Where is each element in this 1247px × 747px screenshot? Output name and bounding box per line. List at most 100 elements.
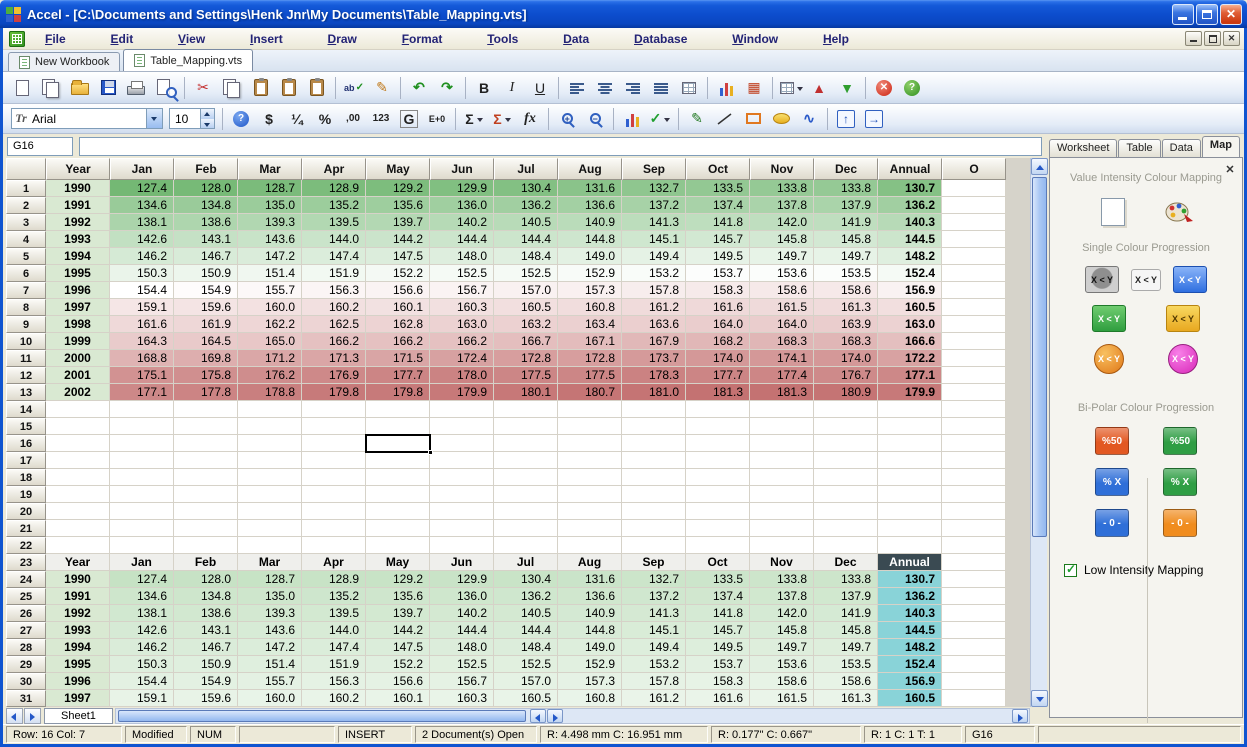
grid-cell[interactable]: Year	[46, 554, 110, 571]
row-header-9[interactable]: 9	[6, 316, 46, 333]
grid-cell[interactable]	[558, 452, 622, 469]
grid-cell[interactable]: 160.8	[558, 690, 622, 707]
panel-tab-data[interactable]: Data	[1162, 139, 1201, 158]
paste-values-icon[interactable]	[276, 76, 302, 100]
grid-cell[interactable]: 144.4	[494, 231, 558, 248]
grid-cell[interactable]: 138.6	[174, 214, 238, 231]
redo-icon[interactable]: ↷	[434, 76, 460, 100]
grid-cell[interactable]	[750, 469, 814, 486]
grid-cell[interactable]: 177.7	[686, 367, 750, 384]
grid-cell[interactable]: 152.2	[366, 656, 430, 673]
grid-cell[interactable]: 134.8	[174, 197, 238, 214]
grid-cell[interactable]: 149.7	[814, 639, 878, 656]
row-column-chart-icon[interactable]	[713, 76, 739, 100]
grid-cell[interactable]: 156.3	[302, 282, 366, 299]
grid-cell[interactable]	[430, 486, 494, 503]
currency-format-icon[interactable]: $	[256, 107, 282, 131]
grid-cell[interactable]	[942, 537, 1006, 554]
grid-cell[interactable]: 136.0	[430, 588, 494, 605]
grid-cell[interactable]: 165.0	[238, 333, 302, 350]
grid-cell[interactable]: 152.5	[494, 656, 558, 673]
grid-cell[interactable]: 177.1	[878, 367, 942, 384]
grid-cell[interactable]: 154.9	[174, 673, 238, 690]
grid-cell[interactable]	[430, 435, 494, 452]
grid-cell[interactable]: Mar	[238, 554, 302, 571]
grid-cell[interactable]	[942, 299, 1006, 316]
low-intensity-checkbox[interactable]	[1064, 564, 1077, 577]
row-header-31[interactable]: 31	[6, 690, 46, 707]
font-name-combobox[interactable]: TrArial	[11, 108, 163, 129]
grid-cell[interactable]: 129.2	[366, 571, 430, 588]
grid-cell[interactable]	[110, 520, 174, 537]
grid-cell[interactable]	[686, 469, 750, 486]
row-header-7[interactable]: 7	[6, 282, 46, 299]
align-center-icon[interactable]	[592, 76, 618, 100]
grid-cell[interactable]: 171.2	[238, 350, 302, 367]
column-header-annual[interactable]: Annual	[878, 158, 942, 180]
grid-cell[interactable]: 160.3	[430, 299, 494, 316]
grid-cell[interactable]: 156.9	[878, 673, 942, 690]
grid-cell[interactable]: 134.6	[110, 197, 174, 214]
grid-cell[interactable]: 159.1	[110, 690, 174, 707]
grid-cell[interactable]: 160.2	[302, 690, 366, 707]
scroll-down-button[interactable]	[1031, 690, 1048, 707]
grid-cell[interactable]: 162.2	[238, 316, 302, 333]
align-right-icon[interactable]	[620, 76, 646, 100]
grid-cell[interactable]	[750, 401, 814, 418]
grid-cell[interactable]: 136.6	[558, 197, 622, 214]
grid-cell[interactable]: 149.7	[750, 639, 814, 656]
grid-cell[interactable]: 150.9	[174, 265, 238, 282]
grid-cell[interactable]	[494, 469, 558, 486]
grid-cell[interactable]: 1990	[46, 571, 110, 588]
grid-cell[interactable]: 161.3	[814, 299, 878, 316]
grid-cell[interactable]: 152.5	[430, 265, 494, 282]
grid-cell[interactable]: 157.0	[494, 673, 558, 690]
bipolar-0-orange-button[interactable]: - 0 -	[1163, 509, 1197, 537]
grid-cell[interactable]: 1999	[46, 333, 110, 350]
grid-cell[interactable]: 178.8	[238, 384, 302, 401]
grid-cell[interactable]: 160.5	[494, 690, 558, 707]
grid-cell[interactable]: 149.0	[558, 248, 622, 265]
grid-cell[interactable]: 140.3	[878, 214, 942, 231]
grid-cell[interactable]: 156.3	[302, 673, 366, 690]
grid-cell[interactable]: 1994	[46, 639, 110, 656]
grid-cell[interactable]	[942, 656, 1006, 673]
grid-cell[interactable]	[558, 435, 622, 452]
panel-tab-worksheet[interactable]: Worksheet	[1049, 139, 1117, 158]
mdi-restore-button[interactable]	[1204, 31, 1221, 46]
grid-cell[interactable]	[942, 486, 1006, 503]
grid-cell[interactable]: 140.9	[558, 214, 622, 231]
grid-cell[interactable]	[622, 469, 686, 486]
new-document-icon[interactable]	[9, 76, 35, 100]
grid-cell[interactable]: 135.6	[366, 197, 430, 214]
grid-cell[interactable]	[942, 231, 1006, 248]
print-icon[interactable]	[123, 76, 149, 100]
grid-cell[interactable]	[366, 486, 430, 503]
scroll-right-button[interactable]	[547, 709, 563, 723]
grid-cell[interactable]: Dec	[814, 554, 878, 571]
bipolar-x-green-button[interactable]: % X	[1163, 468, 1197, 496]
grid-cell[interactable]: 152.9	[558, 656, 622, 673]
grid-cell[interactable]	[46, 520, 110, 537]
column-header-jun[interactable]: Jun	[430, 158, 494, 180]
sort-ascending-icon[interactable]: ▲	[806, 76, 832, 100]
row-header-15[interactable]: 15	[6, 418, 46, 435]
grid-cell[interactable]	[622, 452, 686, 469]
grid-cell[interactable]: 167.1	[558, 333, 622, 350]
menu-database[interactable]: Database	[630, 30, 691, 48]
grid-cell[interactable]: 156.7	[430, 282, 494, 299]
fraction-format-icon[interactable]: ¼	[284, 107, 310, 131]
grid-cell[interactable]: 152.5	[494, 265, 558, 282]
grid-cell[interactable]: 177.8	[174, 384, 238, 401]
column-header-mar[interactable]: Mar	[238, 158, 302, 180]
grid-cell[interactable]	[942, 418, 1006, 435]
grid-cell[interactable]	[814, 520, 878, 537]
grid-cell[interactable]: 173.7	[622, 350, 686, 367]
grid-cell[interactable]	[430, 401, 494, 418]
grid-cell[interactable]: Jun	[430, 554, 494, 571]
grid-cell[interactable]	[942, 503, 1006, 520]
grid-cell[interactable]	[942, 180, 1006, 197]
grid-cell[interactable]: 147.2	[238, 639, 302, 656]
grid-cell[interactable]: 181.0	[622, 384, 686, 401]
grid-cell[interactable]	[366, 418, 430, 435]
